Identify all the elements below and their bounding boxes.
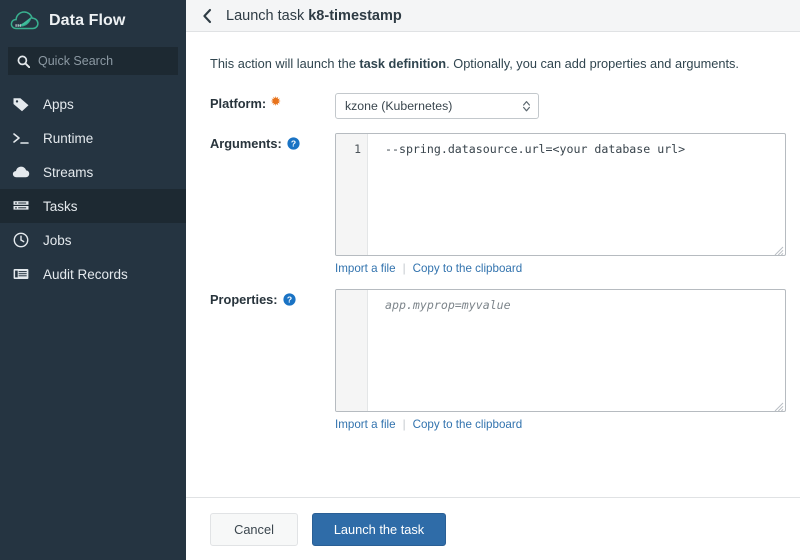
properties-line-numbers xyxy=(336,290,368,411)
form-footer: Cancel Launch the task xyxy=(186,497,800,560)
link-separator: | xyxy=(402,418,406,431)
form-content: This action will launch the task definit… xyxy=(186,32,800,497)
properties-field: app.myprop=myvalue Import a file | Copy … xyxy=(335,289,786,431)
brand: Data Flow xyxy=(0,0,186,42)
tasks-icon xyxy=(12,197,30,215)
cloud-icon xyxy=(12,163,30,181)
sidebar-item-apps[interactable]: Apps xyxy=(0,87,186,121)
arguments-label: Arguments: xyxy=(210,136,282,151)
sidebar-item-label: Tasks xyxy=(43,198,78,214)
properties-editor[interactable]: app.myprop=myvalue xyxy=(335,289,786,412)
arguments-line-numbers: 1 xyxy=(336,134,368,255)
platform-row: Platform: ✹ kzone (Kubernetes) xyxy=(210,93,786,119)
sidebar-item-label: Apps xyxy=(43,96,74,112)
arguments-copy-clipboard-link[interactable]: Copy to the clipboard xyxy=(413,262,523,275)
svg-text:?: ? xyxy=(291,139,296,149)
tag-icon xyxy=(12,95,30,113)
page-title-prefix: Launch task xyxy=(226,7,309,24)
cancel-button[interactable]: Cancel xyxy=(210,512,298,546)
sidebar: Data Flow Quick Search Apps Runtime Stre… xyxy=(0,0,186,560)
resize-grip-icon[interactable] xyxy=(773,243,784,255)
properties-copy-clipboard-link[interactable]: Copy to the clipboard xyxy=(413,418,523,431)
chevron-left-icon[interactable] xyxy=(202,8,213,24)
search-icon xyxy=(17,55,31,68)
arguments-import-file-link[interactable]: Import a file xyxy=(335,262,396,275)
platform-label-group: Platform: ✹ xyxy=(210,93,335,119)
spring-cloud-leaf-logo-icon xyxy=(10,8,40,34)
quick-search-container: Quick Search xyxy=(0,42,186,75)
sidebar-item-tasks[interactable]: Tasks xyxy=(0,189,186,223)
arguments-editor[interactable]: 1 --spring.datasource.url=<your database… xyxy=(335,133,786,256)
search-input[interactable]: Quick Search xyxy=(8,47,178,75)
intro-after: . Optionally, you can add properties and… xyxy=(446,56,739,71)
properties-actions: Import a file | Copy to the clipboard xyxy=(335,418,786,431)
resize-grip-icon[interactable] xyxy=(773,399,784,411)
chevron-updown-icon xyxy=(522,99,531,113)
page-header: Launch task k8-timestamp xyxy=(186,0,800,32)
properties-import-file-link[interactable]: Import a file xyxy=(335,418,396,431)
platform-selected-value: kzone (Kubernetes) xyxy=(345,99,453,113)
required-asterisk-icon: ✹ xyxy=(271,96,281,108)
arguments-actions: Import a file | Copy to the clipboard xyxy=(335,262,786,275)
sidebar-item-label: Streams xyxy=(43,164,94,180)
svg-text:?: ? xyxy=(286,295,291,305)
sidebar-nav: Apps Runtime Streams Tasks Jobs Audit Re… xyxy=(0,87,186,291)
brand-title: Data Flow xyxy=(49,12,126,29)
sidebar-item-audit-records[interactable]: Audit Records xyxy=(0,257,186,291)
intro-text: This action will launch the task definit… xyxy=(210,56,786,71)
terminal-icon xyxy=(12,129,30,147)
properties-label-group: Properties: ? xyxy=(210,289,335,431)
clock-icon xyxy=(12,231,30,249)
properties-label: Properties: xyxy=(210,292,278,307)
page-title: Launch task k8-timestamp xyxy=(226,8,402,24)
records-icon xyxy=(12,265,30,283)
platform-select[interactable]: kzone (Kubernetes) xyxy=(335,93,539,119)
properties-row: Properties: ? app.myprop=myvalue Import … xyxy=(210,289,786,431)
sidebar-item-label: Audit Records xyxy=(43,266,128,282)
page-title-task-name: k8-timestamp xyxy=(308,7,402,24)
sidebar-item-jobs[interactable]: Jobs xyxy=(0,223,186,257)
sidebar-item-streams[interactable]: Streams xyxy=(0,155,186,189)
intro-before: This action will launch the xyxy=(210,56,360,71)
application-window: Data Flow Quick Search Apps Runtime Stre… xyxy=(0,0,800,560)
help-circle-icon[interactable]: ? xyxy=(287,137,300,150)
arguments-row: Arguments: ? 1 --spring.datasource.url=<… xyxy=(210,133,786,275)
properties-textarea[interactable]: app.myprop=myvalue xyxy=(368,290,785,411)
main-panel: Launch task k8-timestamp This action wil… xyxy=(186,0,800,560)
link-separator: | xyxy=(402,262,406,275)
sidebar-item-label: Jobs xyxy=(43,232,72,248)
arguments-label-group: Arguments: ? xyxy=(210,133,335,275)
arguments-field: 1 --spring.datasource.url=<your database… xyxy=(335,133,786,275)
intro-bold: task definition xyxy=(359,56,447,71)
sidebar-item-label: Runtime xyxy=(43,130,94,146)
help-circle-icon[interactable]: ? xyxy=(282,293,296,306)
platform-label: Platform: xyxy=(210,96,267,111)
arguments-textarea[interactable]: --spring.datasource.url=<your database u… xyxy=(368,134,785,255)
launch-task-button[interactable]: Launch the task xyxy=(312,512,446,546)
search-placeholder: Quick Search xyxy=(38,54,114,68)
sidebar-item-runtime[interactable]: Runtime xyxy=(0,121,186,155)
